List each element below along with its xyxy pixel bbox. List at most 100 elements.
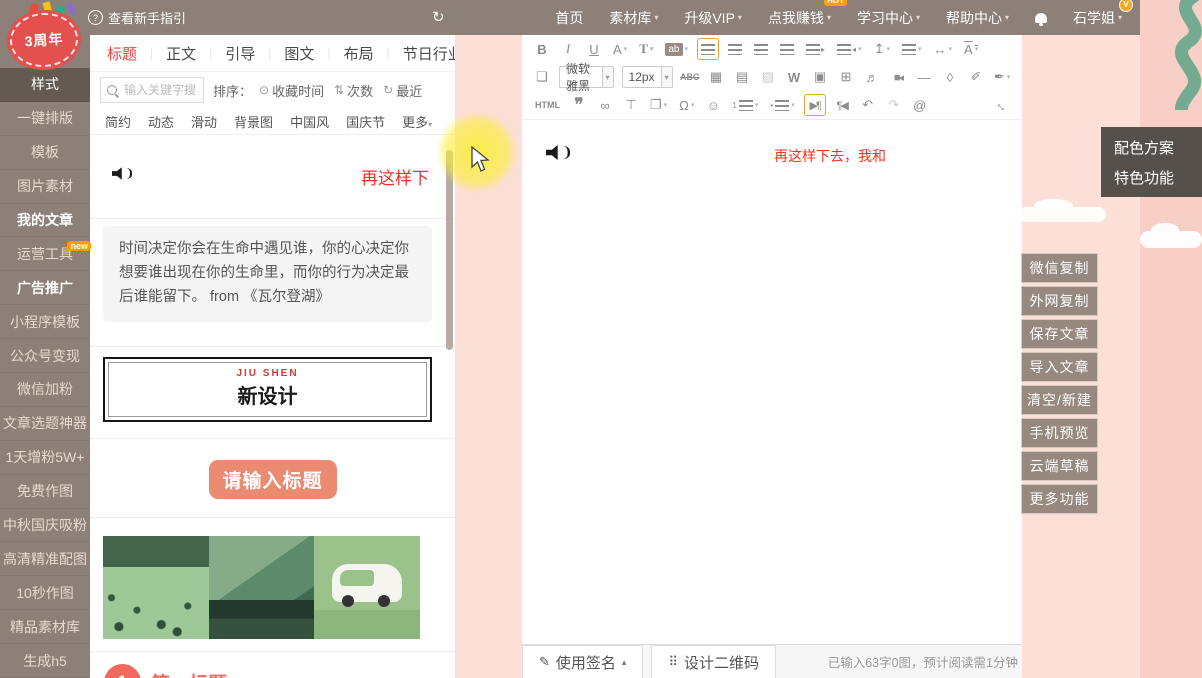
underline-button[interactable]: U [584,39,604,59]
import-word-button[interactable]: W [784,67,804,87]
style-card-images[interactable] [103,536,432,639]
text-format-button[interactable]: T▾ [636,39,656,59]
new-document-button[interactable]: ❏ [532,67,552,87]
paragraph-rtl-button[interactable]: ¶◀ [832,95,852,115]
line-height-button[interactable]: ▾ [899,39,925,59]
search-input[interactable] [122,82,197,98]
style-card-quote[interactable]: 时间决定你会在生命中遇见谁，你的心决定你想要谁出现在你的生命里，而你的行为决定最… [103,226,432,322]
insert-container-button[interactable]: ❐▾ [647,95,670,115]
sidebar-item[interactable]: 广告推广 [0,271,90,305]
align-left-button[interactable] [697,38,719,60]
letter-spacing-button[interactable]: ↔▾ [931,39,956,59]
topnav-item-6[interactable]: 帮助中心▾ [946,8,1009,28]
sidebar-item[interactable]: 一键排版 [0,102,90,136]
filter-chip[interactable]: 简约 [105,112,131,131]
signature-button[interactable]: ✎ 使用签名 ▴ [522,645,643,678]
van-image[interactable] [314,536,420,639]
filter-chip[interactable]: 中国风 [290,112,329,131]
html-source-button[interactable]: HTML [532,95,563,115]
special-char-button[interactable]: Ω▾ [676,95,697,115]
font-color-button[interactable]: A▾ [610,39,630,59]
sidebar-item[interactable]: 模板 [0,136,90,170]
editor-canvas[interactable]: 再这样下去，我和 [522,120,1022,644]
mention-button[interactable]: @ [910,95,930,115]
style-tab[interactable]: 引导 [212,43,268,64]
font-family-select[interactable]: 微软雅黑▾ [559,66,614,88]
fullscreen-button[interactable]: ↔ [992,95,1012,115]
forest-image[interactable] [103,536,209,639]
strikethrough-button[interactable]: ABC [680,67,700,87]
topnav-item-2[interactable]: 素材库▾ [609,8,658,28]
font-size-select[interactable]: 12px▾ [622,66,673,88]
filter-chip-more[interactable]: 更多▾ [402,112,432,131]
sidebar-item[interactable]: 样式 [0,68,90,102]
sidebar-item[interactable]: 生成h5 [0,644,90,678]
qrcode-button[interactable]: ⠿ 设计二维码 [651,645,776,678]
sidebar-item[interactable]: 文章选题神器 [0,407,90,441]
sidebar-item[interactable]: 公众号变现 [0,339,90,373]
redo-button[interactable]: ↷ [884,95,904,115]
eraser-button[interactable]: ◊ [940,67,960,87]
feature-menu-item[interactable]: 特色功能 [1101,162,1202,192]
filter-chip[interactable]: 滑动 [191,112,217,131]
undo-button[interactable]: ↶ [858,95,878,115]
sidebar-item[interactable]: 运营工具new [0,237,90,271]
paragraph-ltr-button[interactable]: ▶¶ [804,94,826,116]
emoji-button[interactable]: ☺ [703,95,723,115]
image-library-button[interactable]: ⊞ [836,67,856,87]
mountain-image[interactable] [209,536,315,639]
style-tab[interactable]: 正文 [153,43,209,64]
style-card-heading[interactable]: 1 第一标题 [90,664,455,678]
style-tab[interactable]: 布局 [331,43,387,64]
sidebar-item[interactable]: 高清精准配图 [0,542,90,576]
style-panel-scrollbar[interactable] [446,150,453,350]
sidebar-item[interactable]: 小程序模板 [0,305,90,339]
horizontal-rule-button[interactable]: — [914,67,934,87]
action-button[interactable]: 手机预览 [1021,418,1098,448]
bold-button[interactable]: B [532,39,552,59]
action-button[interactable]: 更多功能 [1021,484,1098,514]
topnav-item-3[interactable]: 升级VIP▾ [684,8,742,28]
newbie-guide-link[interactable]: ? 查看新手指引 [88,8,186,27]
title-placeholder-button[interactable]: 请输入标题 [209,460,337,499]
sort-option[interactable]: ⊙收藏时间 [259,81,324,100]
format-brush-button[interactable]: ✐ [966,67,986,87]
style-card-design[interactable]: JIU SHEN 新设计 [103,357,432,422]
paragraph-spacing-button[interactable]: ↥▾ [871,39,893,59]
indent-button[interactable]: ▸ [803,39,828,59]
sidebar-item[interactable]: 中秋国庆吸粉 [0,509,90,543]
filter-chip[interactable]: 动态 [148,112,174,131]
unordered-list-button[interactable]: •▾ [767,95,797,115]
sidebar-item[interactable]: 图片素材 [0,170,90,204]
sort-option[interactable]: ↻最近 [383,81,422,100]
topnav-item-1[interactable]: 首页 [555,8,583,28]
style-tab[interactable]: 节日行业 [390,43,455,64]
user-menu[interactable]: 石学姐▾V [1073,8,1122,28]
background-color-button[interactable]: ab▾ [662,39,691,59]
search-box[interactable] [100,77,204,103]
sidebar-item[interactable]: 我的文章 [0,204,90,238]
action-button[interactable]: 导入文章 [1021,352,1098,382]
style-tab[interactable]: 图文 [271,43,327,64]
text-direction-button[interactable]: A▾ [961,39,981,59]
sidebar-item[interactable]: 免费作图 [0,475,90,509]
refresh-icon[interactable]: ↻ [432,8,445,26]
sidebar-item[interactable]: 1天增粉5W+ [0,441,90,475]
ordered-list-button[interactable]: 1▾ [729,95,761,115]
feature-menu-item[interactable]: 配色方案 [1101,132,1202,162]
align-center-button[interactable] [725,39,745,59]
text-template-button[interactable]: ⊤ [621,95,641,115]
bell-icon[interactable] [1035,13,1047,23]
filter-chip[interactable]: 国庆节 [346,112,385,131]
insert-image-button[interactable]: ▣ [810,67,830,87]
filter-chip[interactable]: 背景图 [234,112,273,131]
insert-video-button[interactable]: ■◂ [888,67,908,87]
canvas-text[interactable]: 再这样下去，我和 [774,146,886,166]
blockquote-button[interactable]: ❞ [569,95,589,115]
topnav-item-4[interactable]: 点我赚钱▾HOT [768,8,831,28]
action-button[interactable]: 清空/新建 [1021,385,1098,415]
align-right-button[interactable] [751,39,771,59]
sidebar-item[interactable]: 10秒作图 [0,576,90,610]
action-button[interactable]: 保存文章 [1021,319,1098,349]
action-button[interactable]: 外网复制 [1021,286,1098,316]
